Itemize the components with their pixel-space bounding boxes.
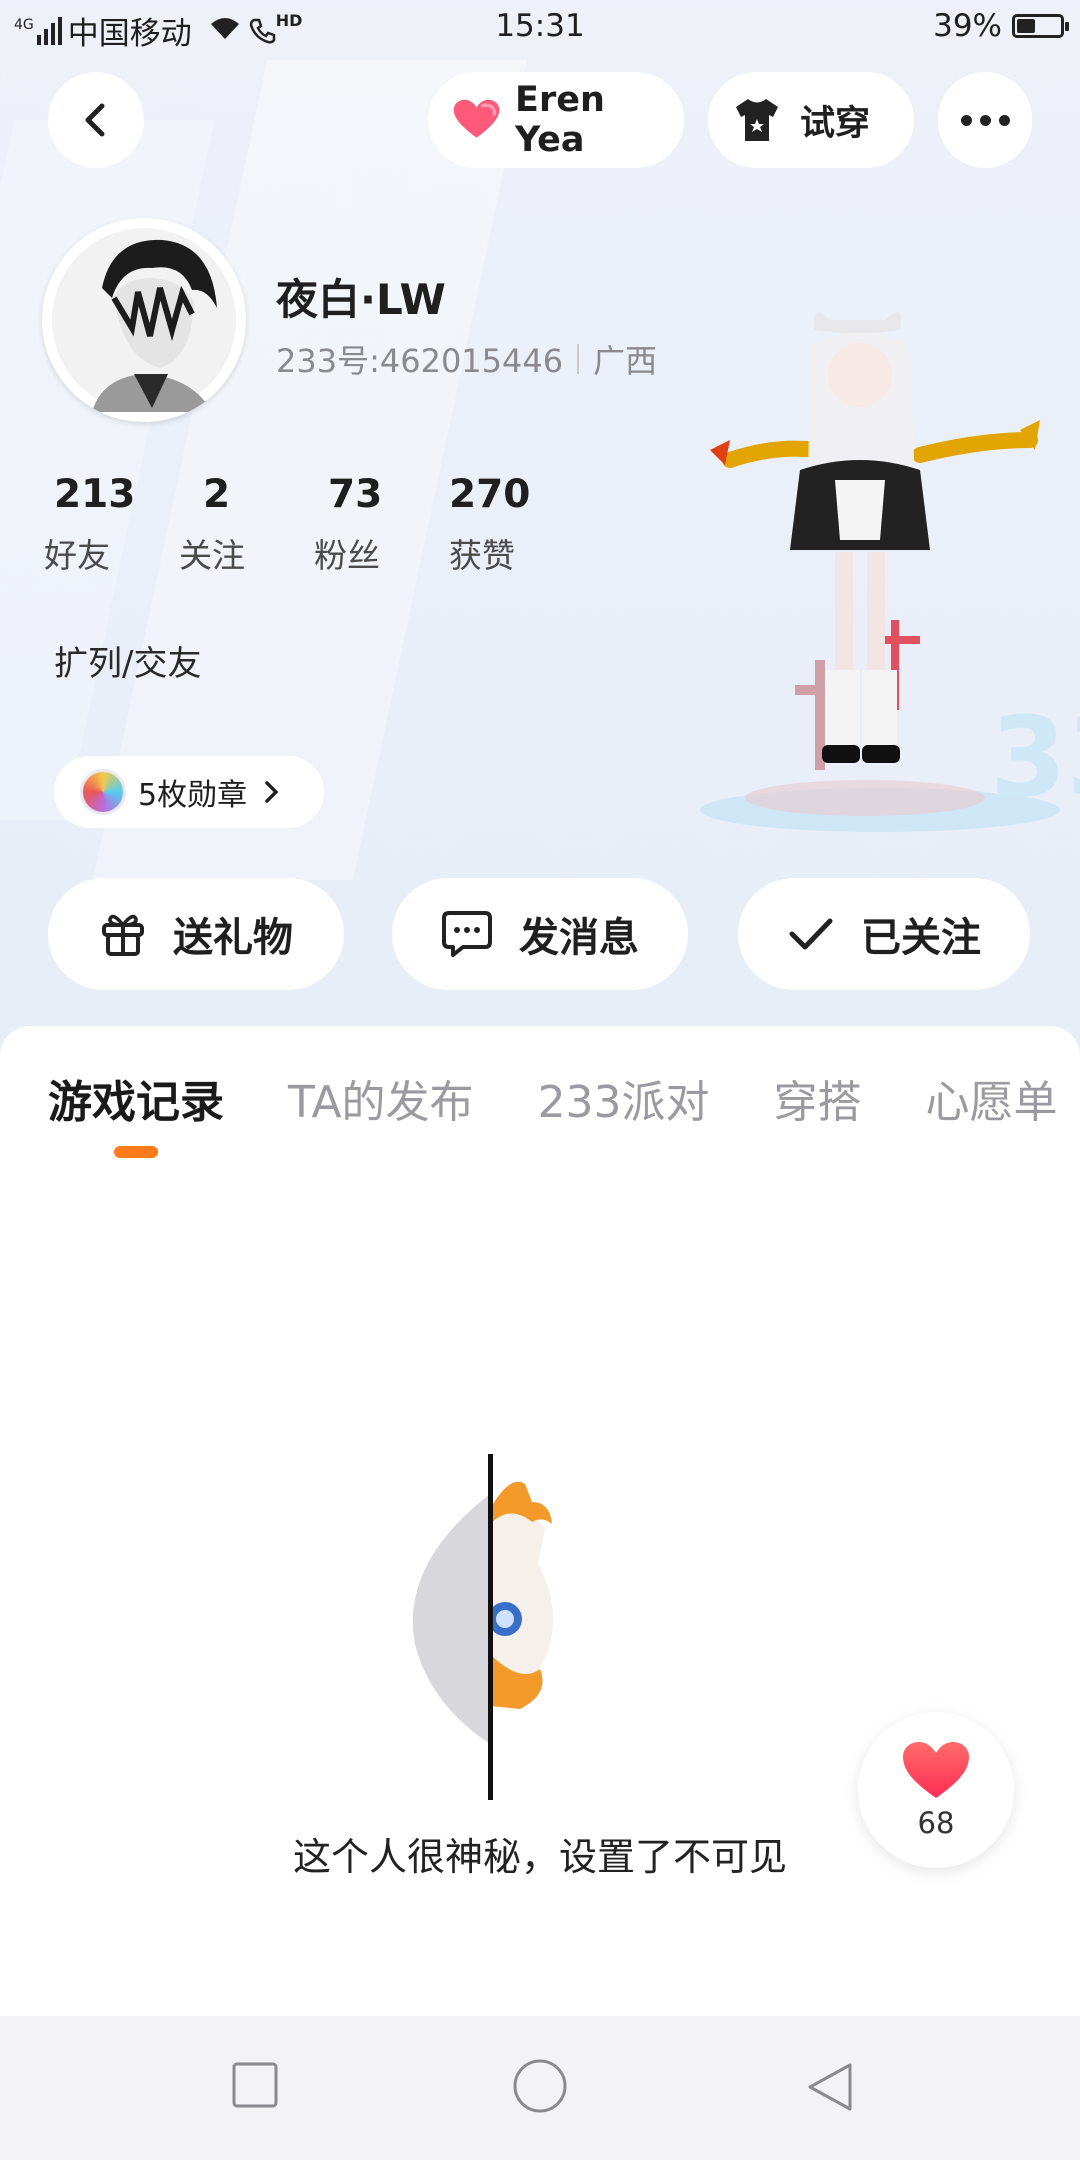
- clock: 15:31: [495, 8, 585, 44]
- stat-friends[interactable]: 213 好友: [44, 472, 179, 577]
- avatar[interactable]: [42, 218, 246, 422]
- stat-label: 获赞: [449, 536, 515, 575]
- avatar-image: [52, 228, 236, 412]
- system-nav-bar: [0, 2016, 1080, 2160]
- home-icon[interactable]: [512, 2058, 568, 2114]
- stat-value: 213: [54, 472, 136, 517]
- stat-value: 270: [449, 472, 531, 517]
- chevron-right-icon: [265, 781, 279, 803]
- following-button[interactable]: 已关注: [738, 878, 1030, 990]
- hair-bow: [814, 312, 901, 335]
- battery-icon: [1012, 14, 1069, 38]
- send-message-button[interactable]: 发消息: [392, 878, 688, 990]
- stat-label: 粉丝: [314, 536, 380, 575]
- recent-apps-icon[interactable]: [232, 2062, 278, 2108]
- back-nav-icon[interactable]: [806, 2062, 854, 2112]
- username: 夜白·LW: [276, 275, 446, 324]
- checkmark-icon: [789, 918, 833, 950]
- user-id: 233号:462015446: [276, 342, 564, 380]
- user-id-line: 233号:462015446 广西: [276, 336, 657, 382]
- gift-icon: [102, 914, 144, 956]
- try-on-button[interactable]: 试穿: [708, 72, 914, 168]
- stat-label: 好友: [44, 536, 110, 575]
- tab-outfits[interactable]: 穿搭: [774, 1066, 862, 1130]
- send-gift-label: 送礼物: [173, 915, 293, 961]
- send-message-label: 发消息: [519, 915, 639, 961]
- profile-stats: 213 好友 2 关注 73 粉丝 270 获赞: [44, 472, 584, 577]
- tab-wishlist[interactable]: 心愿单: [926, 1066, 1058, 1130]
- profile-bio: 扩列/交友: [54, 644, 202, 684]
- stat-value: 2: [203, 472, 231, 517]
- platform-logo-icon: 33: [990, 693, 1080, 821]
- active-tab-indicator: [114, 1146, 158, 1158]
- heart-icon: [453, 99, 500, 138]
- try-on-label: 试穿: [800, 103, 871, 144]
- tab-game-records[interactable]: 游戏记录: [48, 1066, 224, 1130]
- stat-following[interactable]: 2 关注: [179, 472, 314, 577]
- following-label: 已关注: [861, 915, 981, 961]
- pair-partner-button[interactable]: Eren Yea: [428, 72, 684, 168]
- stat-value: 73: [328, 472, 383, 517]
- battery-percent: 39%: [933, 8, 1002, 44]
- stat-fans[interactable]: 73 粉丝: [314, 472, 449, 577]
- badges-label: 5枚勋章: [138, 778, 248, 813]
- stat-likes[interactable]: 270 获赞: [449, 472, 584, 577]
- pair-partner-name: Eren Yea: [515, 80, 605, 160]
- like-count: 68: [917, 1806, 955, 1840]
- status-bar: 4G 中国移动 HD 15:31 39%: [0, 0, 1080, 56]
- user-region: 广西: [593, 342, 658, 380]
- chevron-left-icon: [85, 103, 105, 137]
- tab-233-party[interactable]: 233派对: [538, 1066, 710, 1130]
- avatar-character[interactable]: 33: [690, 290, 1080, 850]
- send-gift-button[interactable]: 送礼物: [48, 878, 344, 990]
- back-button[interactable]: [48, 72, 144, 168]
- tab-posts[interactable]: TA的发布: [288, 1066, 474, 1130]
- content-panel: 游戏记录 TA的发布 233派对 穿搭 心愿单 这个人很神秘，设置了不可见: [0, 1026, 1080, 2016]
- hidden-content-illustration: [410, 1454, 590, 1800]
- profile-tabs: 游戏记录 TA的发布 233派对 穿搭 心愿单: [48, 1066, 1080, 1130]
- heart-icon: [903, 1742, 969, 1798]
- chat-bubble-icon: [442, 911, 492, 957]
- divider: [577, 344, 580, 374]
- medal-icon: [80, 769, 126, 815]
- tshirt-icon: [736, 99, 778, 141]
- stat-label: 关注: [179, 536, 245, 575]
- floating-like-button[interactable]: 68: [858, 1712, 1014, 1868]
- more-dots-icon: [957, 111, 1014, 130]
- more-button[interactable]: [938, 72, 1032, 168]
- badges-button[interactable]: 5枚勋章: [54, 756, 324, 828]
